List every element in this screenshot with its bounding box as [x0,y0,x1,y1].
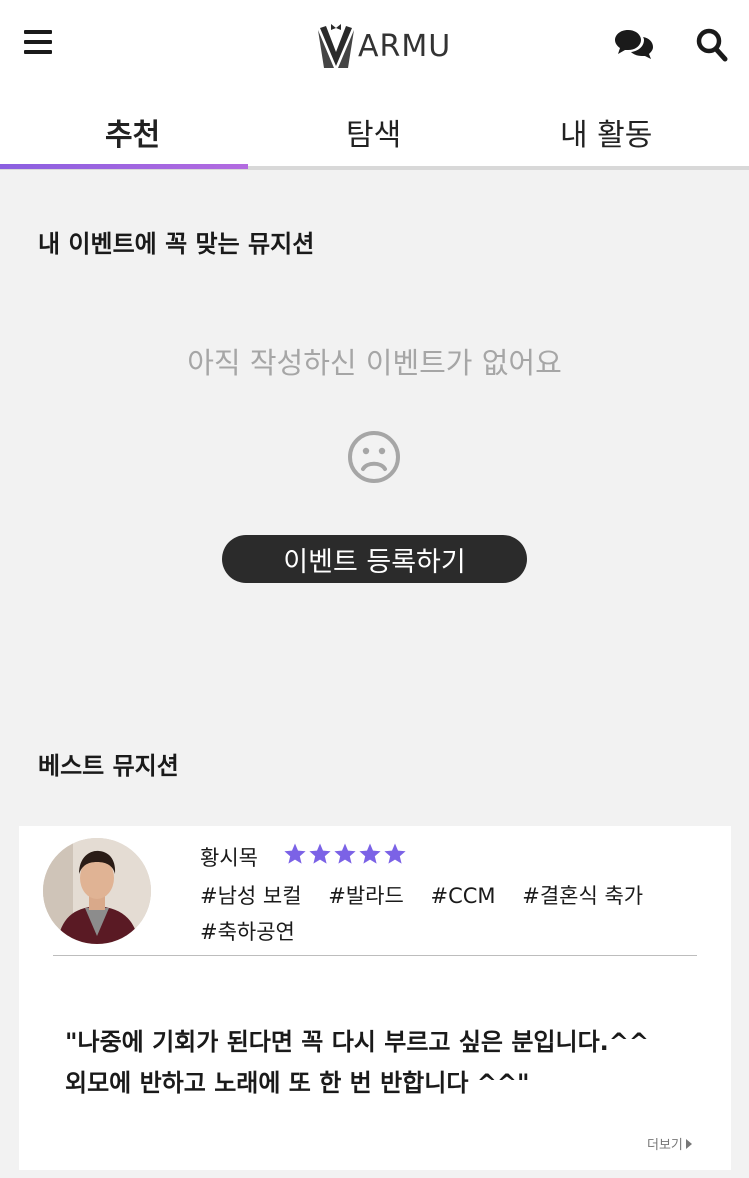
tab-my-activity[interactable]: 내 활동 [560,110,652,154]
tag[interactable]: #발라드 [328,884,404,908]
tag[interactable]: #남성 보컬 [200,884,302,908]
tag[interactable]: #결혼식 축가 [522,884,643,908]
top-bar: ARMU [0,0,749,90]
recommend-section-title: 내 이벤트에 꼭 맞는 뮤지션 [38,230,315,258]
chat-icon[interactable] [614,28,654,60]
tab-explore[interactable]: 탐색 [346,110,401,154]
star-rating [283,842,408,866]
more-label: 더보기 [647,1138,683,1153]
review-text: "나중에 기회가 된다면 꼭 다시 부르고 싶은 분입니다.^^ 외모에 반하고… [65,1022,705,1104]
sad-face-icon [348,431,400,483]
logo-text: ARMU [358,28,452,64]
star-icon [284,843,306,864]
star-icon [384,843,406,864]
star-icon [359,843,381,864]
empty-events-message: 아직 작성하신 이벤트가 없어요 [187,346,562,380]
review-line-1: "나중에 기회가 된다면 꼭 다시 부르고 싶은 분입니다.^^ [65,1028,650,1056]
tag-list: #남성 보컬 #발라드 #CCM #결혼식 축가 #축하공연 [200,878,700,950]
register-event-button[interactable]: 이벤트 등록하기 [222,535,527,583]
search-icon[interactable] [696,28,728,62]
best-section-title: 베스트 뮤지션 [38,752,179,780]
musician-card[interactable]: 황시목 #남성 보컬 #발라드 #CCM #결혼식 축가 #축하공연 "나중에 … [19,826,731,1170]
active-tab-indicator [0,164,248,169]
tab-recommend[interactable]: 추천 [105,110,160,154]
logo[interactable]: ARMU [318,22,451,70]
more-link[interactable]: 더보기 [647,1134,692,1153]
star-icon [309,843,331,864]
review-line-2: 외모에 반하고 노래에 또 한 번 반합니다 ^^" [65,1069,530,1097]
card-divider [53,955,697,956]
tag[interactable]: #CCM [431,884,496,908]
star-icon [334,843,356,864]
tag[interactable]: #축하공연 [200,920,295,944]
menu-icon[interactable] [24,30,52,56]
logo-tuxedo-icon [318,24,354,68]
musician-name[interactable]: 황시목 [200,842,258,872]
caret-right-icon [685,1138,692,1149]
avatar[interactable] [43,838,151,944]
tab-bar: 추천 탐색 내 활동 [0,90,749,170]
